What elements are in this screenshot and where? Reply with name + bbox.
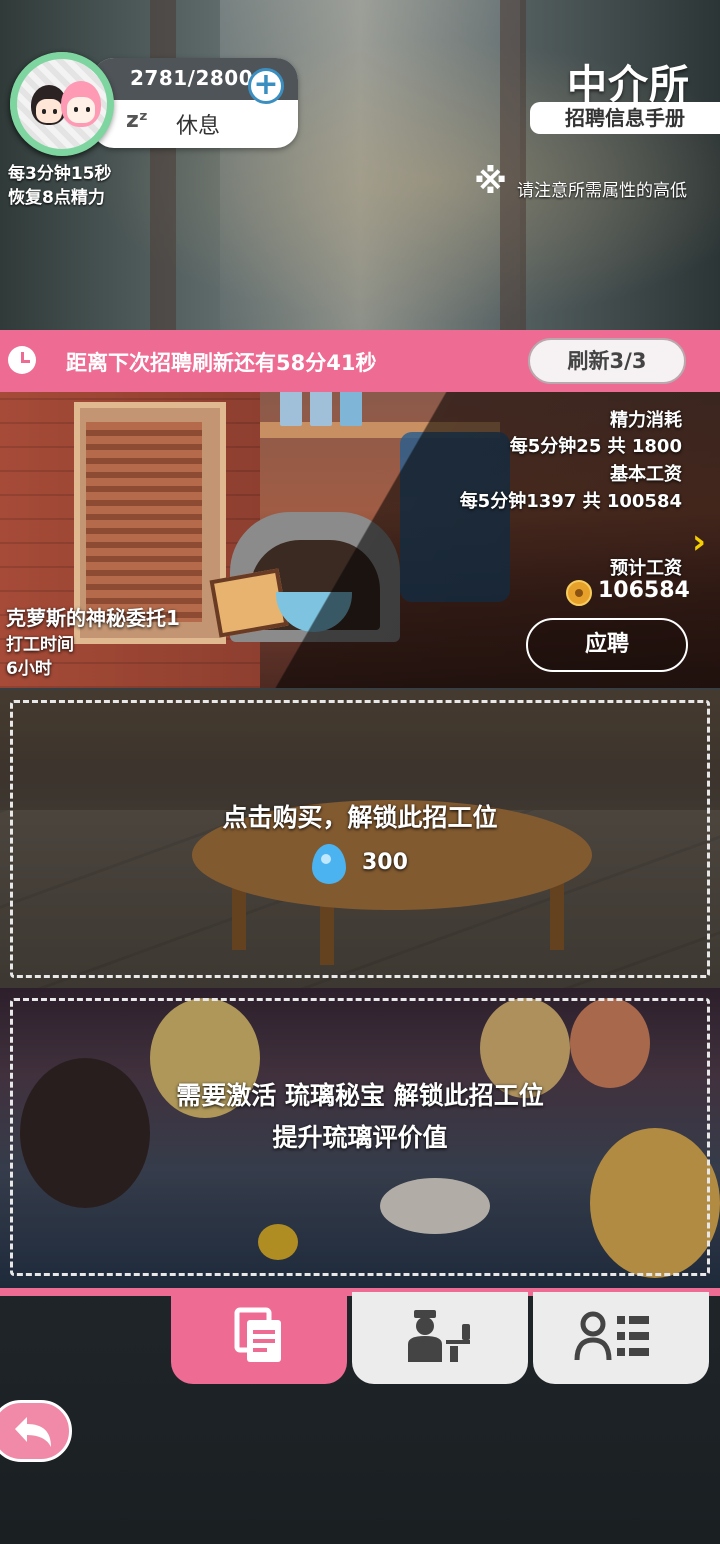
character-face [67, 97, 95, 123]
energy-value: 2781/2800 [130, 66, 254, 90]
refresh-timer-bar: 距离下次招聘刷新还有58分41秒 刷新3/3 [0, 330, 720, 392]
regen-amount: 恢复8点精力 [8, 188, 105, 208]
expected-wage-label: 预计工资 [610, 558, 682, 579]
character-eye [53, 109, 57, 114]
activation-hint: 提升琉璃评价值 [272, 1123, 448, 1152]
background-pillar [150, 0, 176, 330]
tab-staff[interactable] [352, 1292, 528, 1384]
avatar-portrait [17, 59, 107, 149]
energy-cost-value: 每5分钟25 共 1800 [509, 436, 682, 457]
chevron-right-icon[interactable]: › [692, 522, 706, 562]
user-list-icon [574, 1311, 649, 1361]
unlock-purchase-text: 点击购买，解锁此招工位 [222, 803, 498, 832]
back-button[interactable] [0, 1400, 72, 1462]
add-energy-button[interactable]: + [248, 68, 284, 104]
job-time-value: 6小时 [6, 659, 52, 679]
base-wage-value: 每5分钟1397 共 100584 [459, 491, 682, 512]
locked-slot-activate[interactable]: 需要激活 琉璃秘宝 解锁此招工位 提升琉璃评价值 [0, 988, 720, 1288]
apply-button[interactable]: 应聘 [526, 618, 688, 672]
waiter-icon [408, 1310, 470, 1362]
locked-slot-buy[interactable]: 点击购买，解锁此招工位 300 [0, 690, 720, 988]
rest-status-label: 休息 [176, 114, 221, 139]
refresh-countdown: 距离下次招聘刷新还有58分41秒 [66, 351, 377, 375]
refresh-button[interactable]: 刷新3/3 [528, 338, 686, 384]
character-eye [42, 109, 46, 114]
page-subtitle: 招聘信息手册 [530, 102, 720, 134]
back-arrow-icon [15, 1417, 51, 1447]
expected-wage-value: 106584 [598, 578, 690, 603]
character-eye [74, 107, 78, 112]
coin-icon [566, 580, 592, 606]
unlock-price: 300 [362, 850, 408, 875]
slot-dashed-border [10, 700, 710, 978]
sleep-icon: zᶻ [126, 108, 148, 133]
gem-icon [312, 844, 346, 884]
job-card[interactable]: 精力消耗 每5分钟25 共 1800 基本工资 每5分钟1397 共 10058… [0, 392, 720, 688]
clock-icon [8, 346, 36, 374]
tab-member-list[interactable] [533, 1292, 709, 1384]
character-face [36, 99, 62, 123]
activation-requirement: 需要激活 琉璃秘宝 解锁此招工位 [176, 1081, 544, 1110]
energy-panel: 2781/2800 + zᶻ 休息 [92, 58, 298, 148]
character-eye [86, 107, 90, 112]
regen-interval: 每3分钟15秒 [8, 164, 112, 184]
energy-cost-label: 精力消耗 [610, 410, 682, 431]
document-icon [234, 1307, 281, 1362]
attribute-note: 请注意所需属性的高低 [517, 181, 687, 201]
energy-regen-info: 每3分钟15秒 恢复8点精力 [8, 162, 112, 210]
tab-recruitment[interactable] [171, 1292, 347, 1384]
avatar-frame[interactable] [10, 52, 114, 156]
base-wage-label: 基本工资 [610, 464, 682, 485]
job-time-label: 打工时间 [6, 635, 74, 655]
job-name: 克萝斯的神秘委托1 [6, 606, 180, 630]
note-mark-icon: ※ [474, 162, 508, 202]
